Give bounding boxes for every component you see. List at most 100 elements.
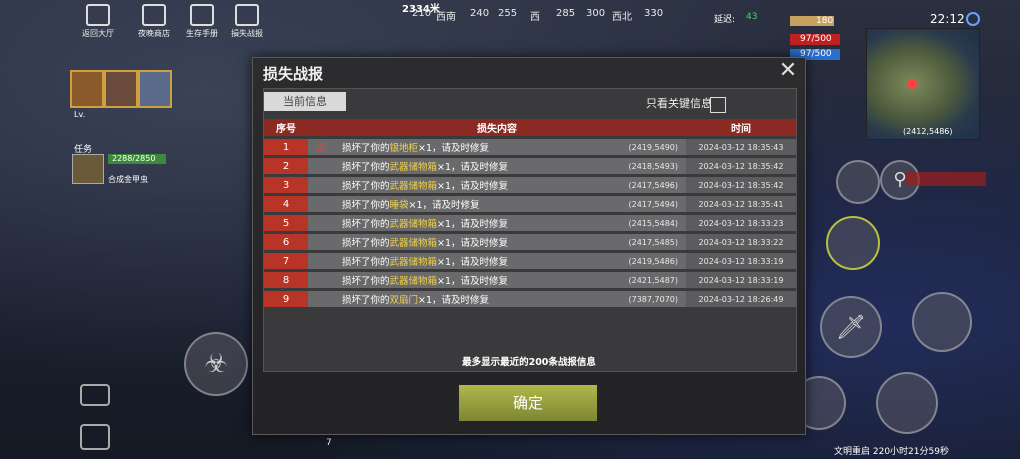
item-name: 双扇门 [389, 295, 419, 306]
dialog-title: 损失战报 [263, 65, 324, 83]
row-content: 损坏了你的睡袋×1，请及时修复 [308, 196, 618, 212]
compass-tick: 240 [470, 8, 490, 19]
loss-text-pre: 损坏了你的 [342, 181, 390, 192]
melee-button[interactable]: 🗡 [820, 296, 882, 358]
row-time: 2024-03-12 18:35:41 [686, 196, 796, 212]
row-time: 2024-03-12 18:26:49 [686, 291, 796, 307]
biohazard-button[interactable]: ☣ [184, 332, 248, 396]
latency-value: 43 [746, 12, 758, 22]
bottom-left-number: 7 [326, 438, 332, 448]
row-time: 2024-03-12 18:35:43 [686, 139, 796, 155]
avatar[interactable] [70, 70, 104, 108]
home-icon [86, 4, 110, 26]
table-row: 5 损坏了你的武器储物箱×1，请及时修复 (2415,5484) 2024-03-12… [264, 215, 796, 231]
compass-tick: 210 [412, 8, 432, 19]
col-seq: 序号 [264, 119, 308, 136]
key-info-checkbox[interactable] [710, 97, 726, 113]
broken-item-icon [235, 4, 259, 26]
compass-tick: 西 [530, 12, 540, 23]
minimap[interactable]: (2412,5486) [866, 28, 980, 140]
row-seq: 7 [264, 253, 308, 269]
restart-timer: 文明重启 220小时21分59秒 [834, 447, 949, 457]
jump-button[interactable] [912, 292, 972, 352]
row-time: 2024-03-12 18:35:42 [686, 158, 796, 174]
player-marker-icon [907, 79, 917, 89]
loss-text-post: ×1，请及时修复 [408, 200, 480, 211]
row-content: 损坏了你的双扇门×1，请及时修复 [308, 291, 618, 307]
row-content: 损坏了你的武器储物箱×1，请及时修复 [308, 215, 618, 231]
item-name: 武器储物箱 [389, 238, 438, 249]
row-content: 损坏了你的武器储物箱×1，请及时修复 [308, 158, 618, 174]
map-icon[interactable] [80, 424, 110, 450]
knife-icon: 🗡 [835, 313, 867, 341]
loss-text-post: ×1，请及时修复 [437, 219, 509, 230]
close-button[interactable]: ✕ [777, 58, 799, 83]
table-row: 4 损坏了你的睡袋×1，请及时修复 (2417,5494) 2024-03-12 18… [264, 196, 796, 212]
loss-text-post: ×1，请及时修复 [437, 276, 509, 287]
report-table: 序号 损失内容 时间 1 ⚠ 损坏了你的银地柜×1，请及时修复 (2419,5490)… [264, 116, 796, 310]
loss-text-pre: 损坏了你的 [342, 295, 390, 306]
resource-value-3: 180 [816, 16, 834, 26]
task-progress: 2288/2850 [112, 154, 156, 163]
loss-text-post: ×1，请及时修复 [437, 162, 509, 173]
row-content: 损坏了你的武器储物箱×1，请及时修复 [308, 272, 618, 288]
lie-down-button[interactable] [826, 216, 880, 270]
report-limit-note: 最多显示最近的200条战报信息 [462, 357, 596, 368]
item-name: 武器储物箱 [389, 219, 438, 230]
item-name: 武器储物箱 [389, 181, 438, 192]
item-name: 武器储物箱 [389, 162, 438, 173]
item-name: 武器储物箱 [389, 257, 438, 268]
table-row: 6 损坏了你的武器储物箱×1，请及时修复 (2417,5485) 2024-03-12… [264, 234, 796, 250]
close-icon: ✕ [778, 58, 798, 83]
col-content: 损失内容 [308, 119, 686, 136]
loss-text-pre: 损坏了你的 [342, 257, 390, 268]
loss-text-post: ×1，请及时修复 [418, 295, 490, 306]
loss-text-post: ×1，请及时修复 [437, 257, 509, 268]
shop-button[interactable]: 夜晚商店 [130, 4, 178, 39]
row-coords: (2418,5493) [618, 158, 686, 174]
report-panel: 当前信息 只看关键信息 序号 损失内容 时间 1 ⚠ 损坏了你的银地柜×1，请及时修… [263, 88, 797, 372]
loss-text-pre: 损坏了你的 [342, 200, 390, 211]
task-icon[interactable] [72, 154, 104, 184]
compass-tick: 330 [644, 8, 664, 19]
resource-value-1: 97/500 [800, 34, 832, 44]
row-coords: (2417,5485) [618, 234, 686, 250]
avatar[interactable] [138, 70, 172, 108]
loss-text-post: ×1，请及时修复 [437, 238, 509, 249]
avatar[interactable] [104, 70, 138, 108]
confirm-button[interactable]: 确定 [459, 385, 597, 421]
whistle-icon[interactable] [80, 384, 110, 406]
row-content: 损坏了你的武器储物箱×1，请及时修复 [308, 177, 618, 193]
row-time: 2024-03-12 18:33:19 [686, 272, 796, 288]
crouch-button[interactable] [876, 372, 938, 434]
row-seq: 2 [264, 158, 308, 174]
moon-icon [966, 12, 980, 26]
item-name: 银地柜 [389, 143, 419, 154]
latency-label: 延迟: [714, 15, 736, 25]
home-button[interactable]: 返回大厅 [74, 4, 122, 39]
compass-tick: 300 [586, 8, 606, 19]
row-seq: 3 [264, 177, 308, 193]
manual-button[interactable]: 生存手册 [178, 4, 226, 39]
tab-current-info[interactable]: 当前信息 [264, 92, 346, 111]
loss-report-dialog: 损失战报 ✕ 当前信息 只看关键信息 序号 损失内容 时间 1 ⚠ 损坏了你的银地柜… [252, 57, 806, 435]
table-row: 8 损坏了你的武器储物箱×1，请及时修复 (2421,5487) 2024-03-12… [264, 272, 796, 288]
row-seq: 9 [264, 291, 308, 307]
loss-report-button[interactable]: 損失战报 [223, 4, 271, 39]
table-row: 9 损坏了你的双扇门×1，请及时修复 (7387,7070) 2024-03-12 1… [264, 291, 796, 307]
table-row: 3 损坏了你的武器储物箱×1，请及时修复 (2417,5496) 2024-03-12… [264, 177, 796, 193]
minimap-coords: (2412,5486) [903, 127, 953, 136]
item-name: 武器储物箱 [389, 276, 438, 287]
row-seq: 5 [264, 215, 308, 231]
task-name: 合成金甲虫 [108, 175, 148, 184]
row-time: 2024-03-12 18:33:22 [686, 234, 796, 250]
action-button[interactable] [836, 160, 880, 204]
row-seq: 6 [264, 234, 308, 250]
biohazard-icon: ☣ [204, 349, 228, 379]
table-row: 1 ⚠ 损坏了你的银地柜×1，请及时修复 (2419,5490) 2024-03-12 … [264, 139, 796, 155]
book-icon [190, 4, 214, 26]
row-time: 2024-03-12 18:33:23 [686, 215, 796, 231]
row-coords: (2417,5494) [618, 196, 686, 212]
compass-tick: 西北 [612, 12, 632, 23]
row-seq: 8 [264, 272, 308, 288]
